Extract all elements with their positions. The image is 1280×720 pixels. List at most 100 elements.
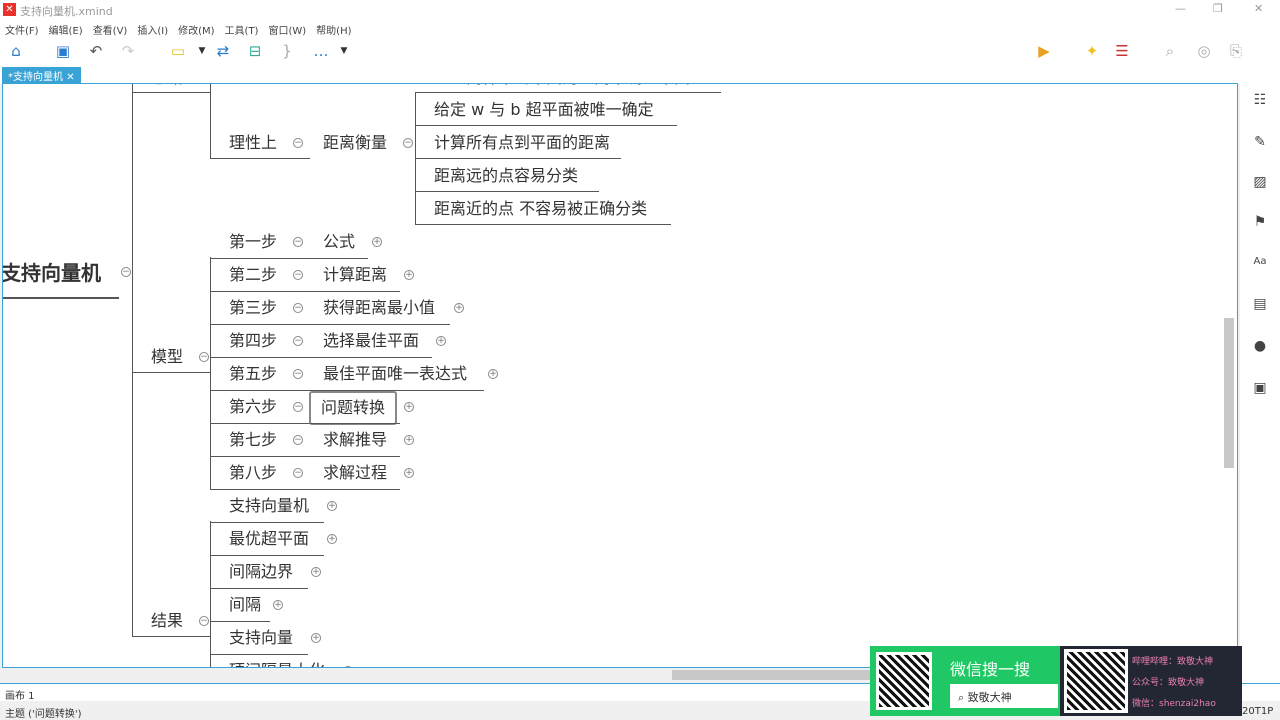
search-icon[interactable]: ⌕ [1160, 42, 1180, 60]
step-label[interactable]: 第二步 [229, 265, 277, 285]
relationship-icon[interactable]: ⇄ [213, 42, 233, 60]
step-label[interactable]: 第五步 [229, 364, 277, 384]
result-topic[interactable]: 最优超平面 [229, 529, 309, 549]
gantt-icon[interactable]: ☰ [1112, 42, 1132, 60]
result-topic[interactable]: 间隔 [229, 595, 261, 615]
step-label[interactable]: 第四步 [229, 331, 277, 351]
outline-icon[interactable]: ☷ [1250, 92, 1270, 112]
expand-icon[interactable]: + [436, 336, 446, 346]
topic-icon[interactable]: ▭ [168, 42, 188, 60]
format-brush-icon[interactable]: ✎ [1250, 134, 1270, 154]
vertical-scrollbar[interactable] [1224, 318, 1234, 468]
expand-icon[interactable]: + [372, 237, 382, 247]
collapse-icon[interactable]: − [293, 336, 303, 346]
expand-icon[interactable]: + [404, 270, 414, 280]
expand-icon[interactable]: + [454, 303, 464, 313]
menu-window[interactable]: 窗口(W) [268, 22, 306, 37]
subtopic[interactable]: C距离样本到平面的距离来调整平面 [439, 84, 690, 88]
collapse-icon[interactable]: − [199, 352, 209, 362]
close-button[interactable]: ✕ [1254, 2, 1263, 15]
image-icon[interactable]: ▨ [1250, 174, 1270, 194]
subtopic[interactable]: 距离衡量 [323, 133, 387, 153]
step-label[interactable]: 第六步 [229, 397, 277, 417]
expand-icon[interactable]: + [404, 468, 414, 478]
home-icon[interactable]: ⌂ [6, 42, 26, 60]
step-topic[interactable]: 计算距离 [323, 265, 387, 285]
step-label[interactable]: 第八步 [229, 463, 277, 483]
branch-topic[interactable]: 模型 [151, 347, 183, 367]
collapse-icon[interactable]: − [293, 138, 303, 148]
lightbulb-icon[interactable]: ✦ [1082, 42, 1102, 60]
undo-icon[interactable]: ↶ [86, 42, 106, 60]
collapse-icon[interactable]: − [293, 435, 303, 445]
collapse-icon[interactable]: − [293, 402, 303, 412]
menu-insert[interactable]: 插入(I) [137, 22, 168, 37]
step-topic[interactable]: 获得距离最小值 [323, 298, 435, 318]
collapse-icon[interactable]: − [293, 237, 303, 247]
subtopic[interactable]: 距离远的点容易分类 [434, 166, 578, 186]
chevron-down-icon[interactable]: ▼ [192, 46, 212, 56]
boundary-icon[interactable]: ⊟ [245, 42, 265, 60]
expand-icon[interactable]: + [488, 369, 498, 379]
step-label[interactable]: 第三步 [229, 298, 277, 318]
sheet-tab[interactable]: 画布 1 [5, 691, 35, 702]
step-label[interactable]: 第一步 [229, 232, 277, 252]
subtopic[interactable]: 给定 w 与 b 超平面被唯一确定 [434, 100, 654, 120]
collapse-icon[interactable]: − [121, 267, 131, 277]
menu-view[interactable]: 查看(V) [93, 22, 128, 37]
branch-topic[interactable]: 思路 [151, 84, 183, 88]
subtopic[interactable]: 理性上 [229, 133, 277, 153]
expand-icon[interactable]: + [311, 567, 321, 577]
branch-topic[interactable]: 结果 [151, 611, 183, 631]
presentation-icon[interactable]: ▶ [1034, 42, 1054, 60]
maximize-button[interactable]: ❐ [1213, 2, 1223, 15]
step-topic[interactable]: 选择最佳平面 [323, 331, 419, 351]
result-topic[interactable]: 支持向量 [229, 628, 293, 648]
step-topic[interactable]: 求解推导 [323, 430, 387, 450]
expand-icon[interactable]: + [327, 501, 337, 511]
step-topic-selected[interactable]: 问题转换 [309, 391, 398, 425]
task-icon[interactable]: ▣ [1250, 380, 1270, 400]
notes-icon[interactable]: ▤ [1250, 296, 1270, 316]
minimize-button[interactable]: — [1175, 2, 1186, 15]
menu-edit[interactable]: 编辑(E) [49, 22, 83, 37]
collapse-icon[interactable]: − [293, 468, 303, 478]
step-label[interactable]: 第七步 [229, 430, 277, 450]
collapse-icon[interactable]: − [199, 616, 209, 626]
collapse-icon[interactable]: − [293, 369, 303, 379]
expand-icon[interactable]: + [311, 633, 321, 643]
step-topic[interactable]: 最佳平面唯一表达式 [323, 364, 467, 384]
tab-close-icon[interactable]: ✕ [66, 72, 74, 83]
text-style-icon[interactable]: Aa [1250, 256, 1270, 276]
zoom-icon[interactable]: ◎ [1194, 42, 1214, 60]
menu-modify[interactable]: 修改(M) [178, 22, 214, 37]
result-topic[interactable]: 支持向量机 [229, 496, 309, 516]
subtopic[interactable]: 计算所有点到平面的距离 [434, 133, 610, 153]
tab-document[interactable]: *支持向量机 ✕ [2, 67, 81, 83]
menu-help[interactable]: 帮助(H) [316, 22, 351, 37]
step-topic[interactable]: 求解过程 [323, 463, 387, 483]
result-topic[interactable]: 硬间隔最大化 [229, 661, 325, 667]
summary-icon[interactable]: } [277, 42, 297, 60]
collapse-icon[interactable]: − [293, 303, 303, 313]
expand-icon[interactable]: + [404, 402, 414, 412]
root-topic[interactable]: 支持向量机 [3, 263, 101, 283]
collapse-icon[interactable]: − [403, 138, 413, 148]
step-topic[interactable]: 公式 [323, 232, 355, 252]
subtopic[interactable]: 距离近的点 不容易被正确分类 [434, 199, 647, 219]
flag-icon[interactable]: ⚑ [1250, 214, 1270, 234]
menu-file[interactable]: 文件(F) [5, 22, 39, 37]
expand-icon[interactable]: + [404, 435, 414, 445]
chevron-down-icon[interactable]: ▼ [334, 46, 354, 56]
collapse-icon[interactable]: − [293, 270, 303, 280]
more-icon[interactable]: … [311, 42, 331, 60]
menu-tools[interactable]: 工具(T) [225, 22, 259, 37]
expand-icon[interactable]: + [327, 534, 337, 544]
result-topic[interactable]: 间隔边界 [229, 562, 293, 582]
save-icon[interactable]: ▣ [53, 42, 73, 60]
mindmap-canvas[interactable]: 支持向量机 − 思路模型 − 结果 − 理性上 − 距离衡量 − C距离样本到平面的距离来调整平面给… [2, 83, 1238, 668]
expand-icon[interactable]: + [273, 600, 283, 610]
redo-icon[interactable]: ↷ [118, 42, 138, 60]
comment-icon[interactable]: ● [1250, 338, 1270, 358]
export-icon[interactable]: ⎘ [1226, 42, 1246, 60]
